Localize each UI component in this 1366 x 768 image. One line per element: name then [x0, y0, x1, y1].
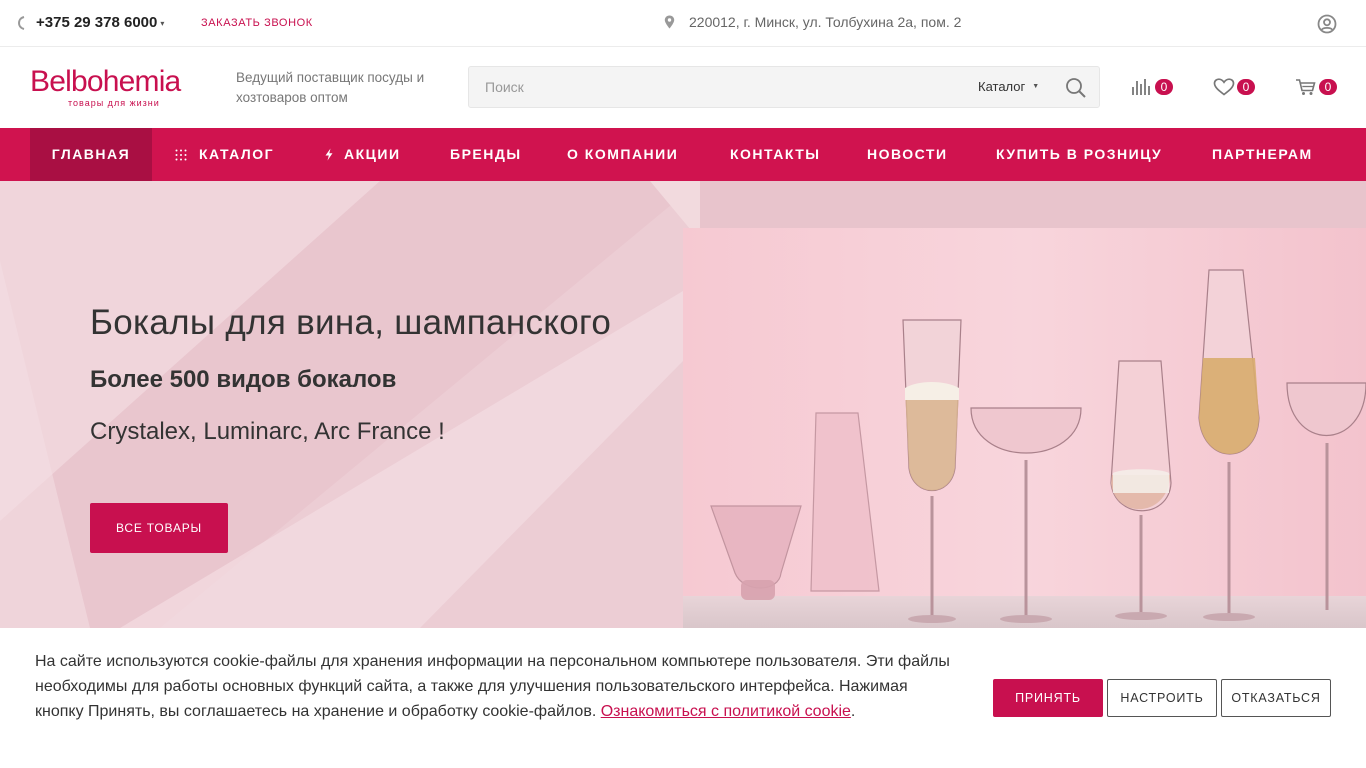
user-icon[interactable]	[1317, 14, 1337, 39]
phone-icon	[17, 15, 28, 30]
logo-subtitle: товары для жизни	[68, 98, 160, 108]
header: Belbohemia товары для жизни Ведущий пост…	[0, 47, 1366, 128]
configure-cookies-button[interactable]: Настроить	[1107, 679, 1217, 717]
cookie-message: На сайте используются cookie-файлы для х…	[35, 649, 955, 724]
nav-item-about[interactable]: О компании	[567, 128, 678, 181]
cookie-policy-link[interactable]: Ознакомиться с политикой cookie	[601, 703, 851, 720]
nav-item-sales[interactable]: Акции	[324, 128, 401, 181]
nav-item-label: Новости	[867, 146, 948, 162]
callback-link[interactable]: Заказать звонок	[201, 17, 313, 29]
phone-number[interactable]: +375 29 378 6000	[36, 14, 157, 31]
nav-item-contacts[interactable]: Контакты	[730, 128, 820, 181]
nav-item-label: Каталог	[199, 146, 275, 162]
decline-cookies-button[interactable]: Отказаться	[1221, 679, 1331, 717]
location-pin-icon	[664, 15, 675, 29]
heart-icon	[1213, 78, 1235, 96]
nav-item-label: Купить в розницу	[996, 146, 1163, 162]
search-icon[interactable]	[1065, 77, 1087, 99]
nav-item-partners[interactable]: Партнерам	[1212, 128, 1313, 181]
nav-item-home[interactable]: Главная	[30, 128, 152, 181]
nav-item-retail[interactable]: Купить в розницу	[996, 128, 1162, 181]
nav-item-label: Партнерам	[1212, 146, 1313, 162]
cart-count: 0	[1319, 79, 1337, 95]
chevron-down-icon[interactable]: ▾	[160, 19, 164, 28]
accept-cookies-button[interactable]: Принять	[993, 679, 1103, 717]
logo-name: Belbohemia	[30, 65, 181, 98]
cookie-text-tail: .	[850, 703, 856, 720]
nav-item-label: О компании	[567, 146, 679, 162]
hero-banner: Бокалы для вина, шампанского Более 500 в…	[0, 181, 1366, 628]
address: 220012, г. Минск, ул. Толбухина 2а, пом.…	[664, 14, 961, 30]
top-bar: +375 29 378 6000 ▾ Заказать звонок 22001…	[0, 0, 1366, 47]
nav-item-catalog[interactable]: Каталог	[175, 128, 274, 181]
favorites-count: 0	[1237, 79, 1255, 95]
favorites-button[interactable]: 0	[1213, 78, 1255, 96]
chevron-down-icon: ▼	[1032, 83, 1040, 90]
banner-subtitle: Более 500 видов бокалов	[90, 366, 397, 393]
banner-title: Бокалы для вина, шампанского	[90, 303, 612, 342]
nav-item-label: Контакты	[730, 146, 821, 162]
cart-icon	[1296, 79, 1316, 95]
tagline: Ведущий поставщик посуды и хозтоваров оп…	[236, 70, 425, 105]
all-products-button[interactable]: Все товары	[90, 503, 228, 553]
cart-button[interactable]: 0	[1295, 78, 1337, 96]
search-input[interactable]	[469, 67, 949, 107]
phone-block[interactable]: +375 29 378 6000 ▾	[17, 14, 164, 31]
glasses-photo	[683, 228, 1366, 628]
compare-button[interactable]: 0	[1131, 78, 1173, 96]
compare-count: 0	[1155, 79, 1173, 95]
search-category-select[interactable]: Каталог ▼	[978, 79, 1039, 94]
nav-item-label: Бренды	[450, 146, 522, 162]
address-text: 220012, г. Минск, ул. Толбухина 2а, пом.…	[689, 14, 962, 30]
nav-item-label: Главная	[51, 146, 131, 162]
grid-icon	[175, 149, 187, 161]
lightning-icon	[324, 148, 334, 161]
nav-item-news[interactable]: Новости	[867, 128, 948, 181]
banner-brands: Crystalex, Luminarc, Arc France !	[90, 418, 445, 445]
wine-glasses-image	[683, 228, 1366, 628]
search-category-label: Каталог	[978, 79, 1026, 94]
main-nav: Главная Каталог Акции Бренды О компании …	[0, 128, 1366, 181]
nav-item-brands[interactable]: Бренды	[450, 128, 522, 181]
search-bar: Каталог ▼	[468, 66, 1100, 108]
logo[interactable]: Belbohemia товары для жизни	[30, 65, 181, 109]
compare-icon	[1132, 79, 1150, 95]
nav-item-label: Акции	[344, 146, 401, 162]
cookie-consent-bar: На сайте используются cookie-файлы для х…	[0, 628, 1366, 768]
